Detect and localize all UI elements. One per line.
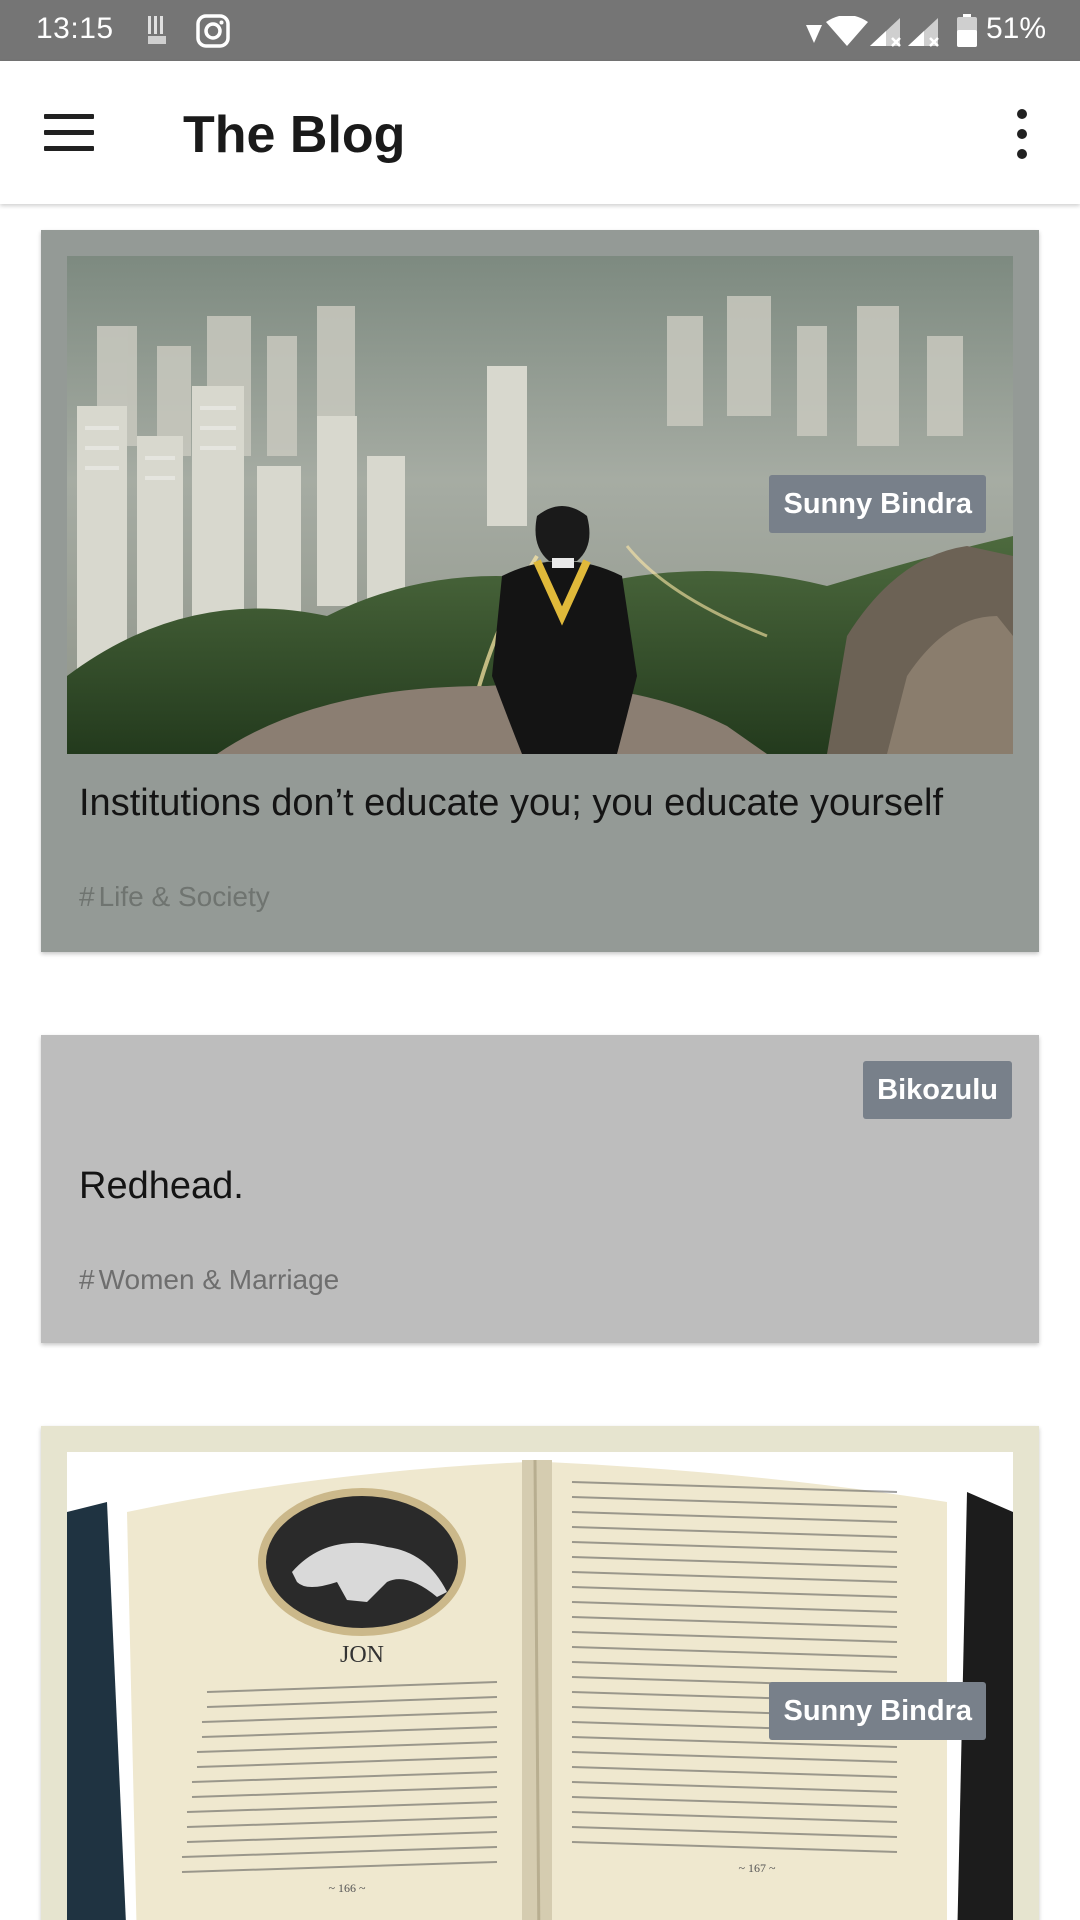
post-tag[interactable]: # Life & Society [79, 881, 270, 913]
battery-percent: 51% [985, 12, 1046, 45]
post-feed[interactable]: Sunny Bindra Institutions don’t educate … [0, 204, 1080, 1920]
post-title[interactable]: Redhead. [79, 1165, 244, 1208]
signal-icon [868, 16, 904, 53]
author-badge[interactable]: Sunny Bindra [769, 475, 986, 533]
wifi-icon [804, 15, 868, 53]
status-time: 13:15 [36, 12, 114, 45]
hamburger-menu-icon[interactable] [44, 114, 96, 152]
post-card[interactable]: Bikozulu Redhead. # Women & Marriage [41, 1035, 1039, 1343]
notification-icon [146, 14, 168, 53]
page-number: ~ 166 ~ [329, 1881, 366, 1895]
app-bar: The Blog [0, 61, 1080, 204]
page-number: ~ 167 ~ [739, 1861, 776, 1875]
more-vert-icon[interactable] [1008, 109, 1038, 159]
post-card[interactable]: Sunny Bindra Institutions don’t educate … [41, 230, 1039, 952]
tag-label: Women & Marriage [98, 1264, 340, 1295]
post-image: Sunny Bindra [67, 256, 1013, 754]
tag-label: Life & Society [98, 881, 270, 912]
author-badge[interactable]: Bikozulu [863, 1061, 1012, 1119]
status-bar: 13:15 51% [0, 0, 1080, 61]
post-card[interactable]: JON ~ 166 ~ ~ 167 ~ Sunny Bindra [41, 1426, 1039, 1920]
battery-icon [956, 14, 978, 53]
tag-hash: # [79, 881, 95, 912]
post-title[interactable]: Institutions don’t educate you; you educ… [79, 782, 943, 825]
instagram-icon [196, 14, 230, 53]
author-badge[interactable]: Sunny Bindra [769, 1682, 986, 1740]
signal-icon [906, 16, 942, 53]
page-title: The Blog [183, 106, 406, 164]
post-tag[interactable]: # Women & Marriage [79, 1264, 339, 1296]
chapter-title: JON [340, 1642, 384, 1668]
tag-hash: # [79, 1264, 95, 1295]
post-image: JON ~ 166 ~ ~ 167 ~ Sunny Bindra [67, 1452, 1013, 1920]
